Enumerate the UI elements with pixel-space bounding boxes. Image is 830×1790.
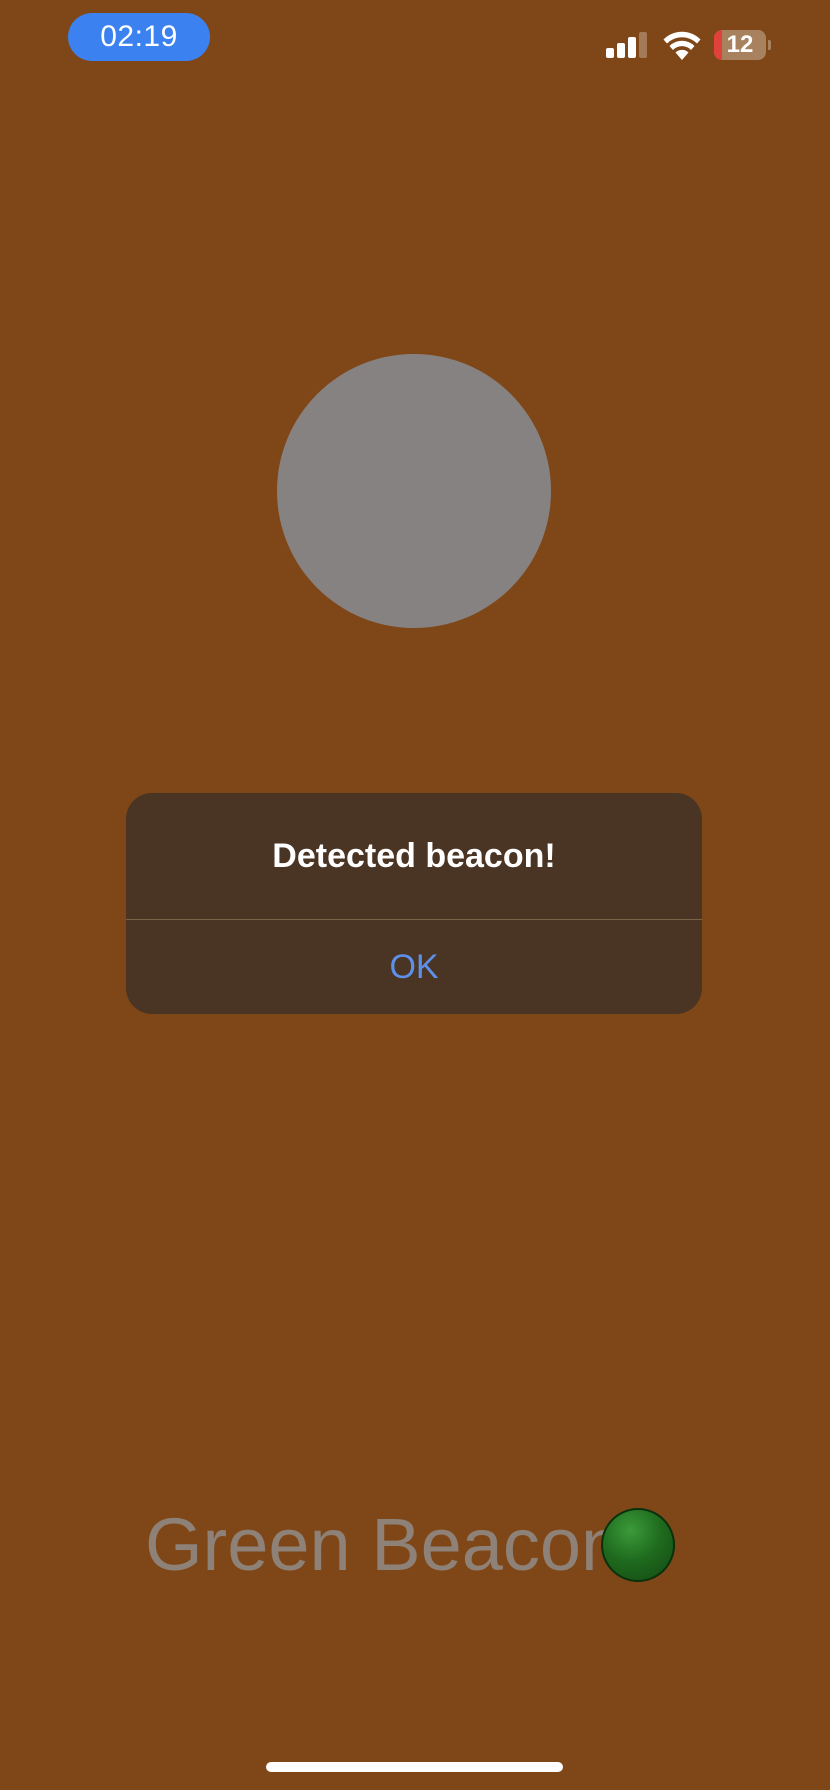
home-indicator[interactable] [266,1762,563,1772]
app-screen: 02:19 12 Detected beacon! OK Green Beaco… [0,0,830,1790]
alert-title: Detected beacon! [272,837,556,875]
wifi-icon [663,31,701,60]
signal-bar-1 [606,48,614,58]
green-circle-icon [601,1508,675,1582]
beacon-status-circle [277,354,551,628]
signal-bar-4 [639,32,647,58]
battery-icon: 12 [714,30,771,60]
battery-level: 12 [726,31,754,58]
status-time[interactable]: 02:19 [68,13,210,61]
battery-nub [768,40,771,50]
battery-body: 12 [714,30,766,60]
ok-button[interactable]: OK [126,920,702,1014]
alert-dialog: Detected beacon! OK [126,793,702,1014]
signal-bar-2 [617,43,625,58]
beacon-label: Green Beacon [145,1503,623,1586]
cellular-signal-icon [606,32,650,58]
signal-bar-3 [628,37,636,58]
